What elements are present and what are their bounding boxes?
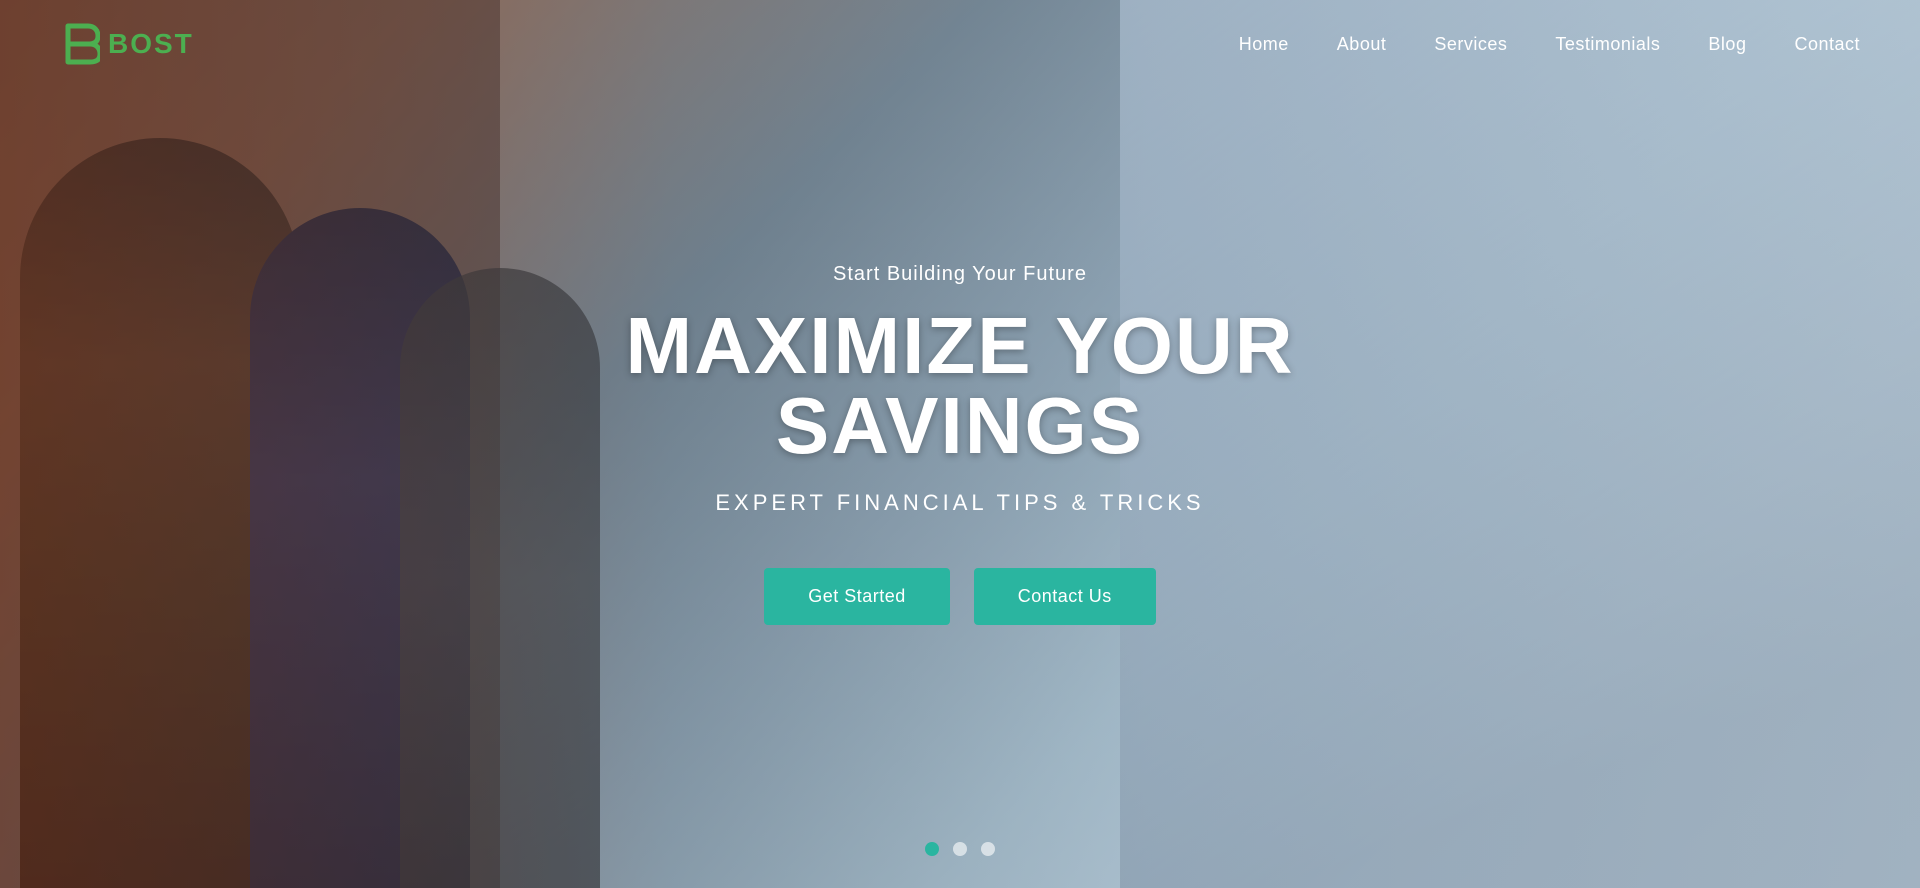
carousel-dot-3[interactable]: [981, 842, 995, 856]
logo-icon: [60, 22, 100, 66]
carousel-dot-1[interactable]: [925, 842, 939, 856]
hero-content: Start Building Your Future MAXIMIZE YOUR…: [510, 263, 1410, 625]
nav-link-testimonials[interactable]: Testimonials: [1555, 34, 1660, 54]
hero-tagline: EXPERT FINANCIAL TIPS & TRICKS: [510, 490, 1410, 516]
carousel-dots: [925, 842, 995, 856]
brand-name: BOST: [108, 28, 194, 60]
get-started-button[interactable]: Get Started: [764, 568, 950, 625]
carousel-dot-2[interactable]: [953, 842, 967, 856]
nav-item-blog[interactable]: Blog: [1708, 34, 1746, 55]
nav-item-testimonials[interactable]: Testimonials: [1555, 34, 1660, 55]
hero-section: BOST Home About Services Testimonials Bl…: [0, 0, 1920, 888]
nav-link-services[interactable]: Services: [1434, 34, 1507, 54]
navbar: BOST Home About Services Testimonials Bl…: [0, 0, 1920, 88]
contact-us-button[interactable]: Contact Us: [974, 568, 1156, 625]
hero-subtitle: Start Building Your Future: [510, 263, 1410, 286]
hero-title: MAXIMIZE YOUR SAVINGS: [510, 306, 1410, 466]
nav-item-services[interactable]: Services: [1434, 34, 1507, 55]
nav-links: Home About Services Testimonials Blog Co…: [1239, 34, 1860, 55]
logo-link[interactable]: BOST: [60, 22, 194, 66]
hero-buttons: Get Started Contact Us: [510, 568, 1410, 625]
nav-item-contact[interactable]: Contact: [1794, 34, 1860, 55]
nav-link-blog[interactable]: Blog: [1708, 34, 1746, 54]
nav-link-about[interactable]: About: [1337, 34, 1387, 54]
nav-link-contact[interactable]: Contact: [1794, 34, 1860, 54]
nav-item-home[interactable]: Home: [1239, 34, 1289, 55]
nav-item-about[interactable]: About: [1337, 34, 1387, 55]
nav-link-home[interactable]: Home: [1239, 34, 1289, 54]
